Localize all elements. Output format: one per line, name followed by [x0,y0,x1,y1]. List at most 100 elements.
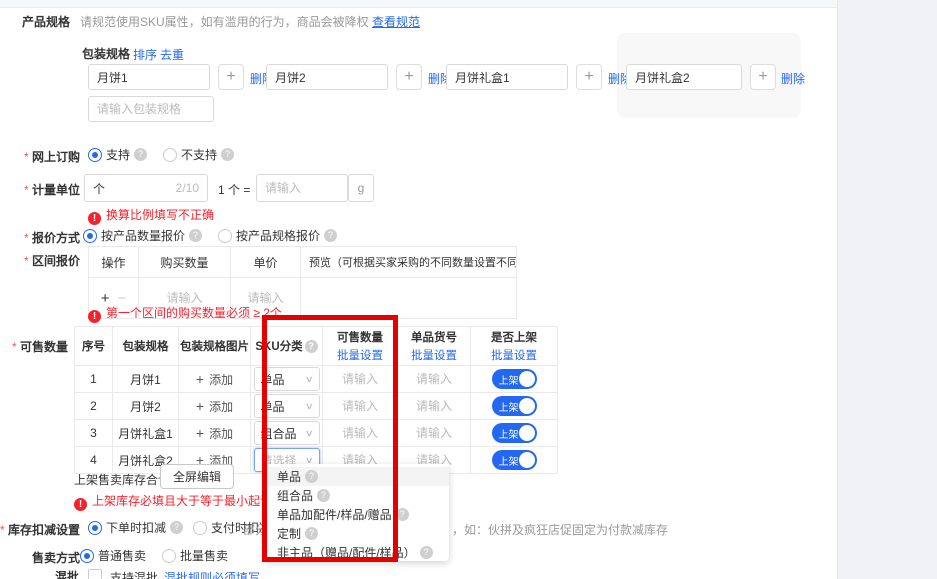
sort-link[interactable]: 排序 [133,46,157,63]
help-icon[interactable] [396,508,409,521]
col-header-on-shelf: 是否上架 批量设置 [471,327,558,366]
batch-set-itemno-link[interactable]: 批量设置 [411,347,457,363]
help-icon[interactable] [317,489,330,502]
label-stock-deduct: 库存扣减设置 [0,521,80,538]
unit-error: 换算比例填写不正确 [88,206,214,225]
radio-option-deduct-on-order[interactable]: 下单时扣减 [88,519,183,536]
col-header-operation: 操作 [89,247,139,278]
sellable-qty-input-3[interactable] [328,425,391,441]
plus-icon [196,398,204,414]
mixed-batch-rule-link[interactable]: 混批规则必须填写 [164,569,260,579]
row-spec: 月饼礼盒1 [113,420,179,447]
fullscreen-edit-button[interactable]: 全屏编辑 [160,464,234,489]
dropdown-option-non-main[interactable]: 非主品（赠品/配件/样品） [265,543,449,561]
error-icon [74,498,87,511]
help-icon[interactable] [134,148,147,161]
help-icon[interactable] [305,470,318,483]
radio-unselected-icon[interactable] [193,521,207,535]
add-spec-value-button-1[interactable] [218,64,244,90]
toggle-knob [519,371,535,387]
unit-equals-text: 1 个 = [218,181,250,198]
section-label-product-spec: 产品规格 [22,13,70,30]
sellable-table: 序号 包装规格 包装规格图片 SKU分类 可售数量 批量设置 单品货号 批量设置… [74,326,558,474]
label-range-quote: 区间报价 [0,252,80,269]
help-icon[interactable] [221,148,234,161]
unit-input[interactable]: 个 2/10 [84,174,208,202]
radio-option-quote-by-qty[interactable]: 按产品数量报价 [83,227,202,244]
plus-icon [196,371,204,387]
add-image-button[interactable]: 添加 [179,420,251,447]
item-no-input-2[interactable] [403,398,465,414]
delete-spec-link-4[interactable]: 删除 [781,70,805,87]
conversion-input[interactable] [256,174,348,202]
on-shelf-toggle-2[interactable]: 上架 [492,396,537,416]
mixed-batch-checkbox[interactable] [88,569,102,579]
radio-selected-icon[interactable] [88,148,102,162]
label-unit: 计量单位 [0,181,80,198]
batch-set-qty-link[interactable]: 批量设置 [337,347,383,363]
add-spec-value-button-4[interactable] [750,64,776,90]
radio-selected-icon[interactable] [88,521,102,535]
batch-set-onshelf-link[interactable]: 批量设置 [491,347,537,363]
on-shelf-toggle-4[interactable]: 上架 [492,450,537,470]
item-no-input-1[interactable] [403,371,465,387]
col-header-spec-image: 包装规格图片 [179,327,251,366]
radio-option-batch-sell[interactable]: 批量售卖 [162,547,228,564]
label-mixed-batch: 混批 [55,568,79,579]
radio-option-support[interactable]: 支持 [88,146,147,163]
row-no: 2 [75,393,113,420]
sku-type-select-1[interactable]: 单品∨ [254,367,320,391]
dropdown-option-custom[interactable]: 定制 [265,524,449,543]
spec-notice: 请规范使用SKU属性，如有滥用的行为，商品会被降权 查看规范 [80,13,420,30]
col-header-package-spec: 包装规格 [113,327,179,366]
help-icon[interactable] [305,340,318,353]
radio-selected-icon[interactable] [80,549,94,563]
radio-option-quote-by-spec[interactable]: 按产品规格报价 [218,227,337,244]
sku-type-select-2[interactable]: 单品∨ [254,394,320,418]
sku-type-select-3[interactable]: 组合品∨ [254,421,320,445]
dropdown-option-single[interactable]: 单品 [265,467,449,486]
radio-option-not-support[interactable]: 不支持 [163,146,234,163]
add-image-button[interactable]: 添加 [179,366,251,393]
radio-unselected-icon[interactable] [162,549,176,563]
spec-input-1[interactable] [88,64,210,90]
toggle-knob [519,452,535,468]
add-spec-value-button-2[interactable] [396,64,422,90]
radio-unselected-icon[interactable] [218,229,232,243]
item-no-input-3[interactable] [403,425,465,441]
unit-suffix: g [348,174,374,202]
label-online-order: 网上订购 [0,148,80,165]
row-spec: 月饼1 [113,366,179,393]
chevron-down-icon: ∨ [305,374,314,385]
stock-note-left: 部分 [243,521,267,538]
on-shelf-toggle-1[interactable]: 上架 [492,369,537,389]
col-header-buy-qty: 购买数量 [139,247,231,278]
spec-input-4[interactable] [626,64,742,90]
radio-option-normal-sell[interactable]: 普通售卖 [80,547,146,564]
col-header-preview: 预览（可根据买家采购的不同数量设置不同价格） [301,247,517,278]
view-spec-rules-link[interactable]: 查看规范 [372,15,420,29]
add-image-button[interactable]: 添加 [179,393,251,420]
spec-input-2[interactable] [266,64,388,90]
sellable-qty-input-1[interactable] [328,371,391,387]
label-sell-method: 售卖方式 [32,549,80,566]
add-spec-value-button-3[interactable] [576,64,602,90]
help-icon[interactable] [189,229,202,242]
spec-input-3[interactable] [446,64,568,90]
dropdown-option-single-with-accessory[interactable]: 单品加配件/样品/赠品 [265,505,449,524]
dedupe-link[interactable]: 去重 [160,46,184,63]
radio-unselected-icon[interactable] [163,148,177,162]
help-icon[interactable] [305,527,318,540]
radio-selected-icon[interactable] [83,229,97,243]
help-icon[interactable] [420,546,433,559]
help-icon[interactable] [170,521,183,534]
on-shelf-toggle-3[interactable]: 上架 [492,423,537,443]
col-header-no: 序号 [75,327,113,366]
row-no: 1 [75,366,113,393]
char-counter: 2/10 [176,181,199,195]
dropdown-option-combo[interactable]: 组合品 [265,486,449,505]
label-sellable-qty: 可售数量 [0,338,68,355]
help-icon[interactable] [324,229,337,242]
sellable-qty-input-2[interactable] [328,398,391,414]
new-spec-input[interactable] [88,96,214,122]
